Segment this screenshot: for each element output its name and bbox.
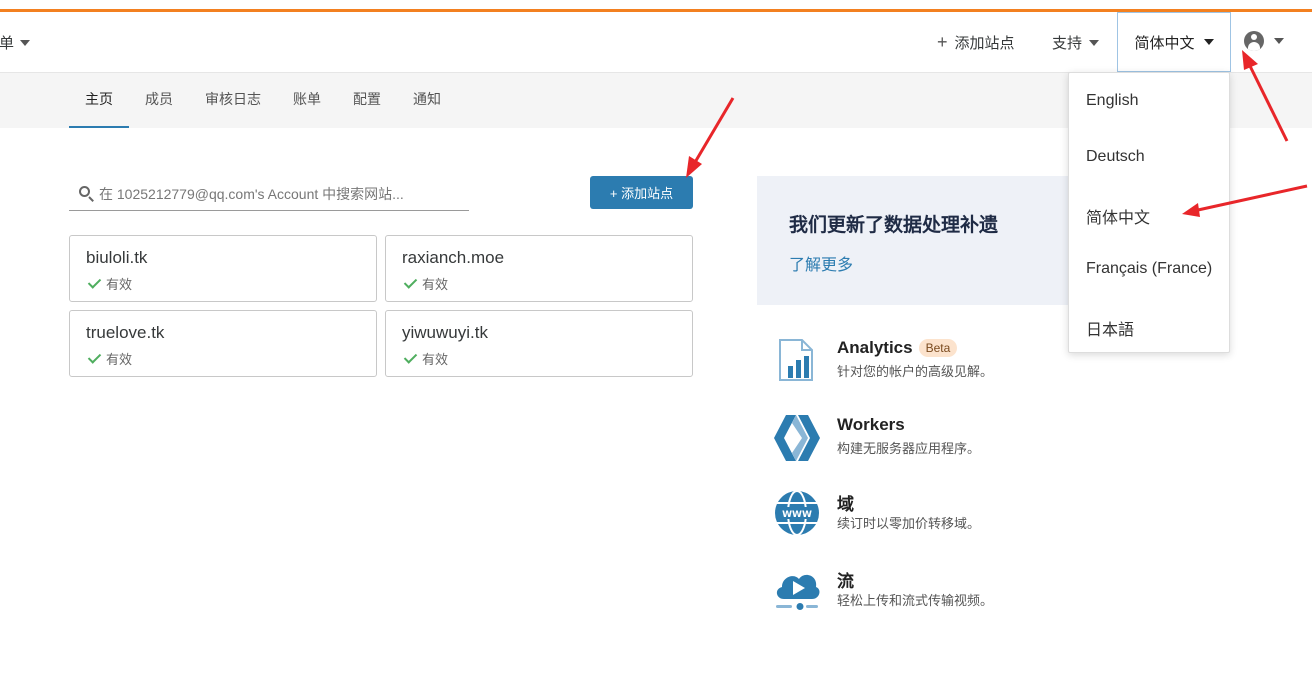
chevron-down-icon [1203,39,1214,45]
support-button[interactable]: 支持 [1052,32,1100,53]
stream-cloud-icon [776,574,820,610]
product-description: 针对您的帐户的高级见解。 [837,364,994,379]
search-input[interactable] [99,186,459,202]
tab-notifications[interactable]: 通知 [406,73,448,128]
site-name: raxianch.moe [402,248,505,267]
product-title: Analytics Beta [837,338,958,358]
site-status: 有效 [402,349,448,368]
user-menu-button[interactable] [1244,31,1284,51]
promo-banner: 我们更新了数据处理补遗 了解更多 [757,176,1069,305]
product-title-text: Analytics [837,338,913,357]
check-icon [86,278,101,289]
search-icon [79,186,95,202]
site-name: biuloli.tk [86,248,148,267]
product-domains[interactable]: WWW 域 续订时以零加价转移域。 [772,488,1072,540]
tab-audit-log[interactable]: 审核日志 [200,73,266,128]
check-icon [402,278,417,289]
header-add-site-label: 添加站点 [954,35,1015,52]
add-site-button[interactable]: + 添加站点 [590,176,693,209]
site-status: 有效 [402,274,448,293]
tab-billing[interactable]: 账单 [286,73,328,128]
site-status-label: 有效 [106,352,133,367]
chevron-down-icon [1274,38,1284,44]
site-name: truelove.tk [86,323,165,342]
user-circle-icon [1244,31,1264,51]
chevron-down-icon [1089,39,1100,46]
workers-icon [774,415,820,461]
product-title: 流 [837,572,854,591]
svg-text:WWW: WWW [782,510,812,520]
support-label: 支持 [1052,35,1083,52]
language-option-english[interactable]: English [1086,92,1138,110]
check-icon [86,353,101,364]
plus-icon: + [937,32,948,52]
site-status-label: 有效 [422,277,449,292]
globe-www-icon: WWW [775,490,819,536]
product-title: Workers [837,415,905,434]
site-status: 有效 [86,274,132,293]
language-dropdown-menu: English Deutsch 简体中文 Français (France) 日… [1068,72,1230,353]
site-name: yiwuwuyi.tk [402,323,488,342]
tab-configurations[interactable]: 配置 [346,73,388,128]
site-card[interactable]: yiwuwuyi.tk 有效 [385,310,693,377]
top-header: 菜单 + 添加站点 支持 简体中文 [0,12,1312,73]
site-card[interactable]: truelove.tk 有效 [69,310,377,377]
language-label: 简体中文 [1134,34,1195,52]
product-stream[interactable]: 流 轻松上传和流式传输视频。 [772,565,1072,617]
language-option-french[interactable]: Français (France) [1086,260,1212,278]
chevron-down-icon [20,39,31,46]
product-description: 续订时以零加价转移域。 [837,516,981,531]
language-option-chinese[interactable]: 简体中文 [1086,204,1150,228]
analytics-icon [779,339,813,381]
site-status: 有效 [86,349,132,368]
language-option-deutsch[interactable]: Deutsch [1086,148,1145,166]
site-status-label: 有效 [106,277,133,292]
language-selector[interactable]: 简体中文 [1117,12,1231,72]
tab-members[interactable]: 成员 [138,73,180,128]
site-status-label: 有效 [422,352,449,367]
learn-more-link[interactable]: 了解更多 [789,251,853,275]
product-title: 域 [837,495,854,514]
product-description: 构建无服务器应用程序。 [837,441,981,456]
site-card[interactable]: biuloli.tk 有效 [69,235,377,302]
product-workers[interactable]: Workers 构建无服务器应用程序。 [772,413,1072,465]
tab-home[interactable]: 主页 [69,73,129,128]
check-icon [402,353,417,364]
beta-badge: Beta [918,339,958,357]
site-card[interactable]: raxianch.moe 有效 [385,235,693,302]
product-description: 轻松上传和流式传输视频。 [837,593,994,608]
menu-button[interactable]: 菜单 [0,32,31,53]
product-analytics[interactable]: Analytics Beta 针对您的帐户的高级见解。 [772,336,1072,388]
promo-title: 我们更新了数据处理补遗 [789,215,999,236]
site-search [69,178,469,211]
header-add-site-button[interactable]: + 添加站点 [937,32,1015,53]
menu-label: 菜单 [0,35,15,52]
language-option-japanese[interactable]: 日本語 [1086,316,1134,340]
